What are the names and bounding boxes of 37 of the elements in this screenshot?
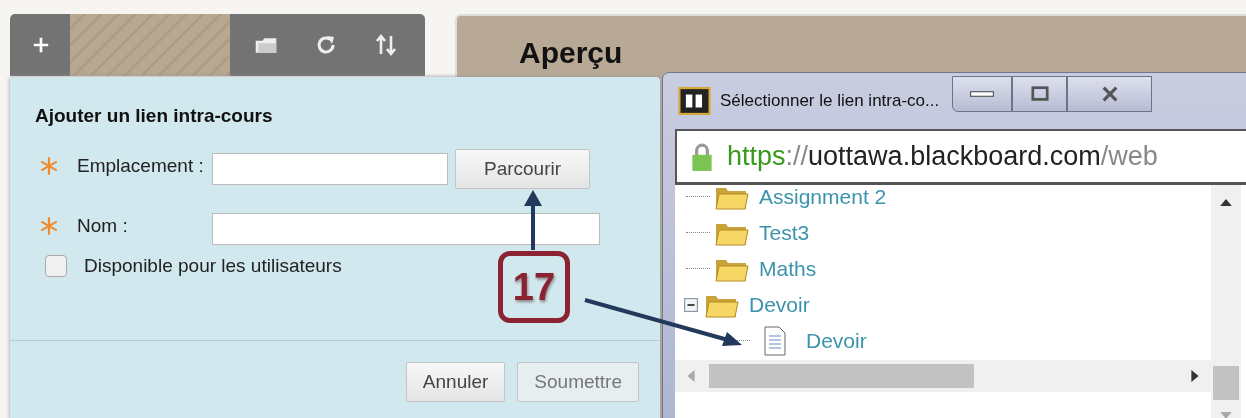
add-icon[interactable] [32, 36, 50, 54]
close-button[interactable] [1067, 76, 1153, 112]
sort-icon[interactable] [374, 33, 398, 57]
tree-item[interactable]: Assignment 2 [759, 185, 887, 209]
scrollbar-thumb[interactable] [1213, 366, 1239, 400]
tree-item[interactable]: Devoir [749, 293, 810, 317]
url-text: https://uottawa.blackboard.com/web [727, 141, 1158, 172]
field-label: Emplacement : [77, 154, 205, 178]
input-field[interactable] [212, 213, 600, 245]
scrollbar-thumb[interactable] [709, 364, 974, 388]
app-logo-icon [677, 87, 712, 115]
tree-item[interactable]: Devoir [806, 329, 867, 353]
vertical-scrollbar[interactable] [1211, 185, 1241, 418]
tree-item[interactable]: Test3 [759, 221, 810, 245]
dialog-title: Ajouter un lien intra-cours [35, 105, 274, 127]
horizontal-scrollbar[interactable] [675, 360, 1211, 392]
tree-item[interactable]: Maths [759, 257, 817, 281]
checkbox[interactable] [45, 255, 67, 277]
callout-arrow [524, 190, 542, 250]
maximize-button[interactable] [1012, 76, 1068, 112]
browse-button[interactable]: Parcourir [455, 149, 590, 189]
scroll-right-icon[interactable] [1191, 370, 1199, 382]
field-label: Nom : [77, 214, 129, 238]
window-title: Sélectionner le lien intra-co... [720, 91, 940, 111]
minimize-button[interactable] [952, 76, 1013, 112]
input-field[interactable] [212, 153, 448, 185]
address-bar[interactable]: https://uottawa.blackboard.com/web [675, 129, 1246, 185]
page-heading: Aperçu [519, 36, 624, 70]
checkbox-label: Disponible pour les utilisateurs [84, 255, 342, 277]
folder-icon [715, 185, 749, 210]
lock-icon [691, 141, 713, 172]
document-icon [763, 326, 787, 356]
step-badge: 17 [498, 251, 570, 323]
minimize-icon [970, 91, 995, 97]
dialog-button[interactable]: Annuler [405, 362, 506, 402]
scroll-up-icon[interactable] [1220, 199, 1232, 206]
collapse-icon[interactable] [684, 298, 698, 312]
